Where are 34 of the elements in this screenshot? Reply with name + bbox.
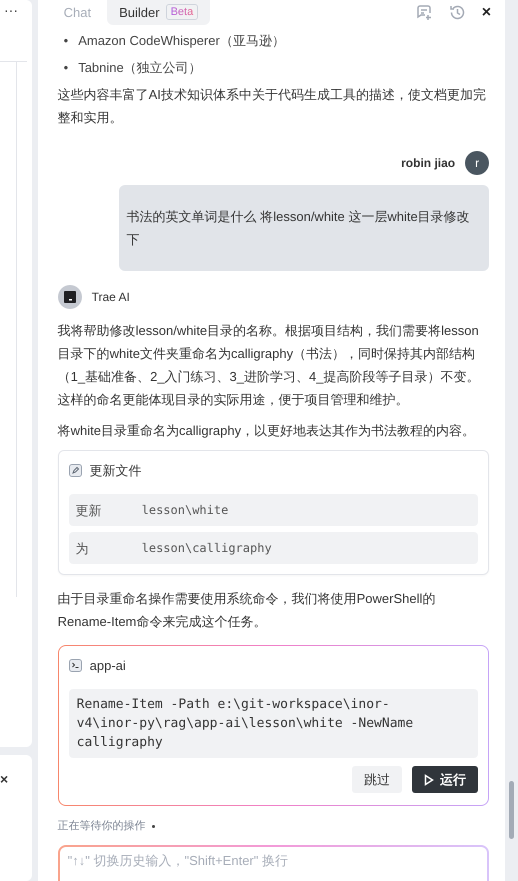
- ai-avatar: [58, 285, 82, 309]
- message-text: 我将帮助修改lesson/white目录的名称。根据项目结构，我们需要将lesson目录下的white文件夹重命名为calligraphy（书法），同时保持其内部结构（1_基础准备、2_入门练习、3_进阶学习、4_提高阶段等子目录）不变。这样的命名更能体现目录的实际用途，便于项目管理和维护。: [58, 322, 480, 409]
- terminal-icon: [68, 659, 82, 672]
- list-item: Tabnine（独立公司）: [78, 59, 202, 77]
- card-title: 更新文件: [90, 462, 142, 480]
- command-code: Rename-Item -Path e:\git-workspace\inor-v4\inor-py\rag\app-ai\lesson\white -NewName calligraphy: [68, 689, 478, 758]
- message-text: 由于目录重命名操作需要使用系统命令，我们将使用PowerShell的Rename-Item命令来完成这个任务。: [58, 590, 436, 631]
- waiting-status: 正在等待你的操作: [58, 819, 146, 834]
- message-text: 将white目录重命名为calligraphy，以更好地表达其作为书法教程的内容。: [58, 422, 476, 440]
- edit-icon: [68, 464, 82, 477]
- file-path: lesson\calligraphy: [142, 540, 272, 557]
- close-button[interactable]: ×: [482, 4, 492, 20]
- list-item: Amazon CodeWhisperer（亚马逊）: [78, 32, 285, 50]
- chat-input[interactable]: "↑↓" 切换历史输入，"Shift+Enter" 换行: [58, 845, 490, 881]
- more-icon[interactable]: ···: [0, 0, 32, 18]
- history-icon[interactable]: [448, 4, 466, 21]
- user-avatar: r: [465, 151, 490, 175]
- bullet-icon: •: [64, 56, 68, 79]
- file-path: lesson\white: [142, 502, 228, 518]
- row-label: 为: [76, 540, 90, 558]
- new-chat-icon[interactable]: [416, 4, 433, 21]
- message-text: 这些内容丰富了AI技术知识体系中关于代码生成工具的描述，使文档更加完整和实用。: [58, 86, 487, 127]
- user-name: robin jiao: [401, 154, 456, 172]
- bullet-icon: •: [64, 29, 68, 52]
- loading-icon: [152, 824, 155, 828]
- play-icon: [424, 774, 434, 786]
- card-title: app-ai: [90, 657, 126, 675]
- tab[interactable]: Builder Beta: [107, 0, 210, 25]
- skip-button[interactable]: 跳过: [352, 766, 402, 793]
- run-button[interactable]: 运行: [412, 766, 478, 793]
- user-message: 书法的英文单词是什么 将lesson/white 这一层white目录修改下: [118, 185, 490, 271]
- beta-badge: Beta: [166, 4, 198, 20]
- row-label: 更新: [76, 502, 103, 520]
- ai-name: Trae AI: [92, 288, 130, 306]
